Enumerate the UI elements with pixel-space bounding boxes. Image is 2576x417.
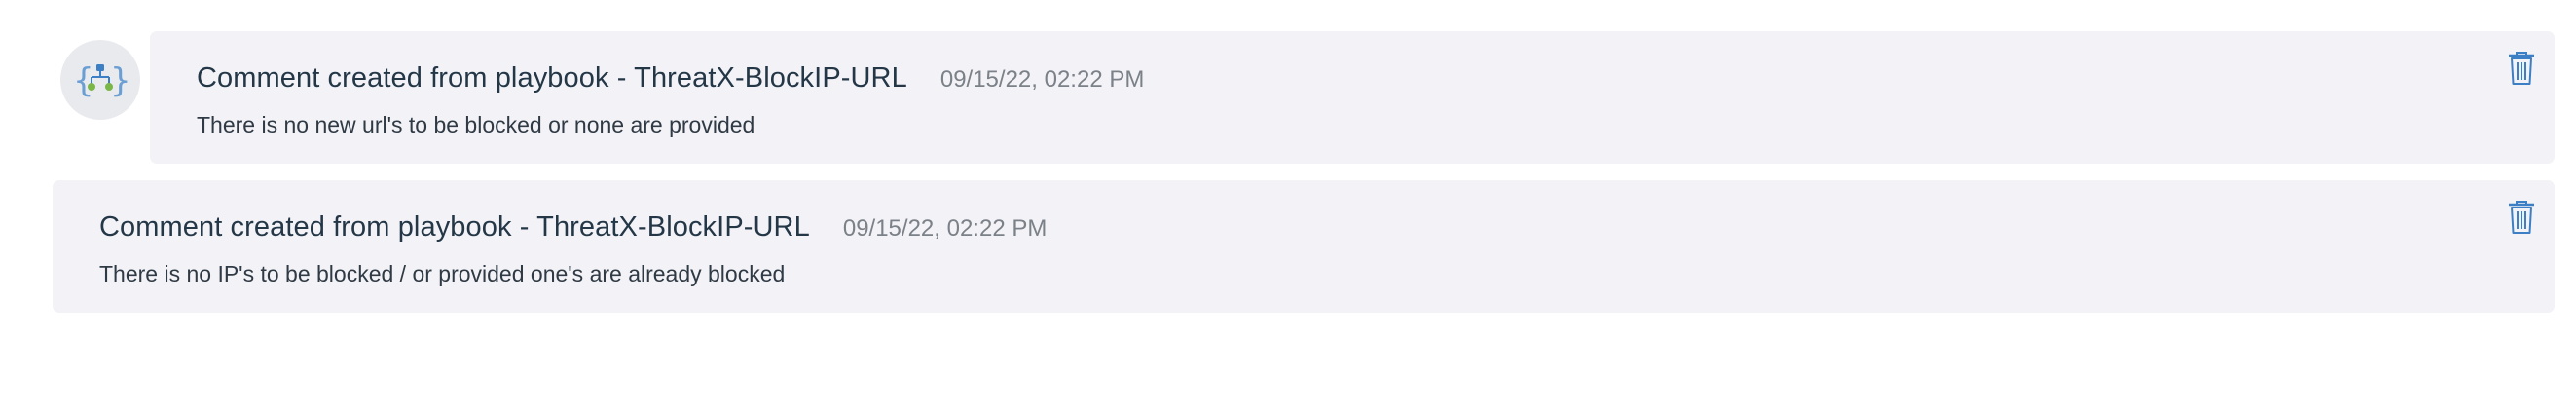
comment-body: There is no IP's to be blocked / or prov… xyxy=(99,261,786,286)
comment-header: Comment created from playbook - ThreatX-… xyxy=(197,62,1144,95)
delete-comment-button[interactable] xyxy=(2504,198,2539,237)
trash-icon xyxy=(2509,52,2534,85)
svg-text:}: } xyxy=(110,61,129,100)
playbook-icon: { } xyxy=(73,61,129,100)
delete-comment-button[interactable] xyxy=(2504,49,2539,88)
comment-card: Comment created from playbook - ThreatX-… xyxy=(150,31,2555,164)
comment-body: There is no new url's to be blocked or n… xyxy=(197,112,755,137)
comment-card: Comment created from playbook - ThreatX-… xyxy=(53,180,2555,313)
playbook-avatar: { } xyxy=(60,40,140,120)
comment-timestamp: 09/15/22, 02:22 PM xyxy=(939,66,1145,93)
comment-title: Comment created from playbook - ThreatX-… xyxy=(197,62,907,94)
trash-icon xyxy=(2509,201,2534,234)
comment-header: Comment created from playbook - ThreatX-… xyxy=(99,211,1047,244)
comment-timestamp: 09/15/22, 02:22 PM xyxy=(842,215,1048,242)
comment-title: Comment created from playbook - ThreatX-… xyxy=(99,211,810,243)
